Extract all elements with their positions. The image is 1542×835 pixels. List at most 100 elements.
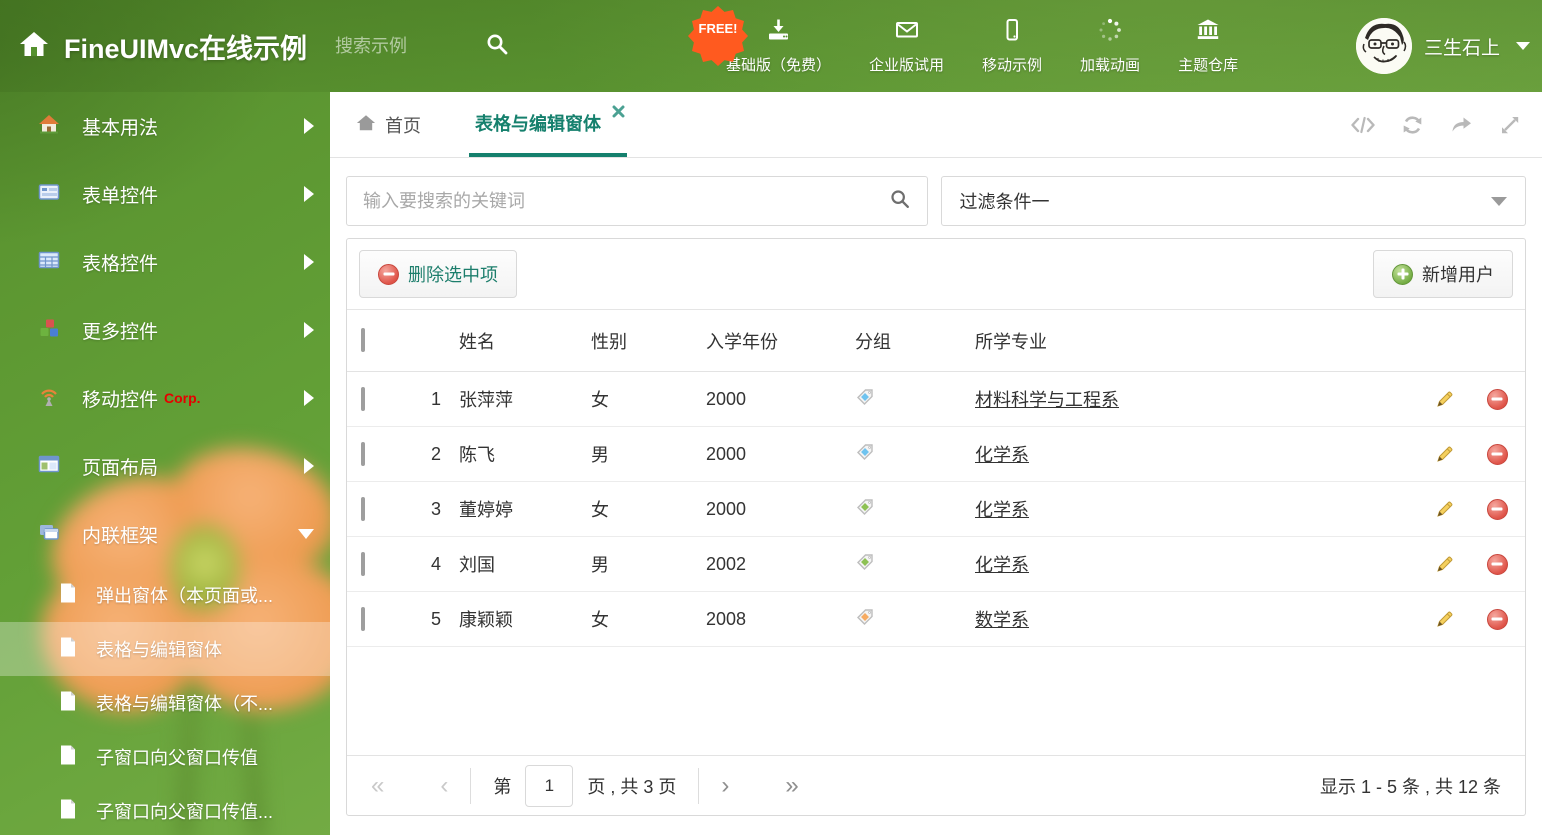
sidebar-subitem-popup-window[interactable]: 弹出窗体（本页面或...	[0, 568, 330, 622]
avatar[interactable]	[1355, 18, 1412, 74]
brand[interactable]: FineUIMvc在线示例	[0, 27, 307, 66]
tag-icon	[839, 387, 959, 412]
sidebar-subitem-grid-edit-window-2[interactable]: 表格与编辑窗体（不...	[0, 676, 330, 730]
maximize-icon[interactable]	[1498, 113, 1522, 137]
sidebar-item-mobile-controls[interactable]: 移动控件 Corp.	[0, 364, 330, 432]
row-checkbox[interactable]	[361, 496, 365, 521]
form-icon	[38, 181, 60, 208]
major-link[interactable]: 化学系	[975, 555, 1029, 575]
minus-circle-icon	[378, 263, 399, 285]
delete-icon[interactable]	[1469, 608, 1525, 630]
column-header-major[interactable]: 所学专业	[959, 328, 1421, 354]
user-menu[interactable]: 三生石上	[1355, 0, 1530, 92]
header-actions: 基础版（免费） 企业版试用 移动示例 加载动画 主题仓库	[726, 0, 1238, 92]
delete-selected-button[interactable]: 删除选中项	[359, 250, 517, 298]
first-page-button[interactable]: «	[371, 773, 384, 798]
delete-icon[interactable]	[1469, 553, 1525, 575]
row-checkbox[interactable]	[361, 386, 365, 411]
source-code-icon[interactable]	[1350, 113, 1376, 137]
expand-arrow-icon	[304, 186, 314, 202]
header-search[interactable]	[335, 32, 540, 61]
major-link[interactable]: 材料科学与工程系	[975, 390, 1119, 410]
layout-icon	[38, 453, 60, 480]
chevron-down-icon	[1491, 196, 1507, 206]
open-new-window-icon[interactable]	[1449, 113, 1474, 137]
sidebar-item-more-controls[interactable]: 更多控件	[0, 296, 330, 364]
pagination-bar: « ‹ 第 页 , 共 3 页 › » 显示 1 - 5 条 , 共 12 条	[347, 755, 1525, 815]
tag-icon	[839, 607, 959, 632]
page-suffix: 页 , 共 3 页	[587, 776, 677, 797]
column-header-group[interactable]: 分组	[839, 328, 959, 354]
spinner-icon	[1097, 17, 1123, 48]
filter-dropdown[interactable]: 过滤条件一	[940, 176, 1526, 226]
sidebar-item-form-controls[interactable]: 表单控件	[0, 160, 330, 228]
action-mobile-demo[interactable]: 移动示例	[982, 17, 1042, 75]
action-enterprise-trial[interactable]: 企业版试用	[869, 17, 944, 75]
sidebar-subitem-child-to-parent[interactable]: 子窗口向父窗口传值	[0, 730, 330, 784]
delete-icon[interactable]	[1469, 498, 1525, 520]
major-link[interactable]: 化学系	[975, 445, 1029, 465]
last-page-button[interactable]: »	[785, 773, 798, 798]
sidebar-subitem-grid-edit-window[interactable]: 表格与编辑窗体	[0, 622, 330, 676]
chevron-down-icon	[1516, 42, 1530, 50]
tab-home[interactable]: 首页	[350, 112, 427, 138]
sidebar-item-grid-controls[interactable]: 表格控件	[0, 228, 330, 296]
header-search-input[interactable]	[335, 35, 486, 57]
keyword-search-input[interactable]	[363, 190, 889, 212]
table-row: 4 刘国 男 2002 化学系	[347, 537, 1525, 592]
divider	[698, 767, 700, 804]
delete-icon[interactable]	[1469, 443, 1525, 465]
keyword-search-box[interactable]	[346, 176, 928, 226]
tab-bar: 首页 表格与编辑窗体	[330, 92, 1542, 158]
bank-icon	[1194, 17, 1222, 48]
svg-text:FREE!: FREE!	[699, 21, 738, 36]
delete-icon[interactable]	[1469, 388, 1525, 410]
major-link[interactable]: 数学系	[975, 610, 1029, 630]
column-header-name[interactable]: 姓名	[443, 328, 575, 354]
edit-icon[interactable]	[1421, 553, 1469, 575]
sidebar-nav: 基本用法 表单控件 表格控件 更多控件 移动控件 Corp. 页面布局 内联框架…	[0, 92, 330, 835]
cell-year: 2000	[706, 443, 747, 464]
edit-icon[interactable]	[1421, 608, 1469, 630]
envelope-icon	[893, 17, 921, 48]
collapse-arrow-icon	[298, 529, 314, 539]
edit-icon[interactable]	[1421, 443, 1469, 465]
tab-grid-edit-window[interactable]: 表格与编辑窗体	[469, 92, 627, 157]
select-all-checkbox[interactable]	[361, 328, 365, 352]
cell-gender: 女	[591, 610, 609, 630]
table-row: 2 陈飞 男 2000 化学系	[347, 427, 1525, 482]
prev-page-button[interactable]: ‹	[440, 773, 448, 798]
edit-icon[interactable]	[1421, 388, 1469, 410]
page-number-input[interactable]	[525, 764, 574, 807]
add-user-button[interactable]: 新增用户	[1373, 250, 1513, 298]
corp-badge: Corp.	[164, 390, 201, 406]
row-checkbox[interactable]	[361, 551, 365, 576]
cell-year: 2008	[706, 608, 747, 629]
sidebar-item-basic-usage[interactable]: 基本用法	[0, 92, 330, 160]
action-theme-store[interactable]: 主题仓库	[1178, 17, 1238, 75]
edit-icon[interactable]	[1421, 498, 1469, 520]
tag-icon	[839, 497, 959, 522]
row-checkbox[interactable]	[361, 441, 365, 466]
home-icon[interactable]	[18, 29, 50, 64]
column-header-gender[interactable]: 性别	[575, 328, 690, 354]
cell-year: 2000	[706, 388, 747, 409]
file-icon	[58, 636, 78, 663]
refresh-icon[interactable]	[1400, 113, 1425, 137]
sidebar-subitem-child-to-parent-2[interactable]: 子窗口向父窗口传值...	[0, 784, 330, 835]
close-icon[interactable]	[612, 105, 625, 118]
frames-icon	[38, 521, 60, 548]
action-loading-animations[interactable]: 加载动画	[1080, 17, 1140, 75]
search-icon[interactable]	[485, 32, 509, 61]
cell-gender: 男	[591, 555, 609, 575]
sidebar-item-page-layout[interactable]: 页面布局	[0, 432, 330, 500]
sidebar-item-iframe[interactable]: 内联框架	[0, 500, 330, 568]
file-icon	[58, 690, 78, 717]
top-header: FineUIMvc在线示例 FREE! 基础版（免费） 企业	[0, 0, 1542, 92]
tag-icon	[839, 442, 959, 467]
next-page-button[interactable]: ›	[721, 773, 729, 798]
column-header-year[interactable]: 入学年份	[690, 328, 839, 354]
search-icon[interactable]	[889, 188, 911, 215]
row-checkbox[interactable]	[361, 606, 365, 631]
major-link[interactable]: 化学系	[975, 500, 1029, 520]
